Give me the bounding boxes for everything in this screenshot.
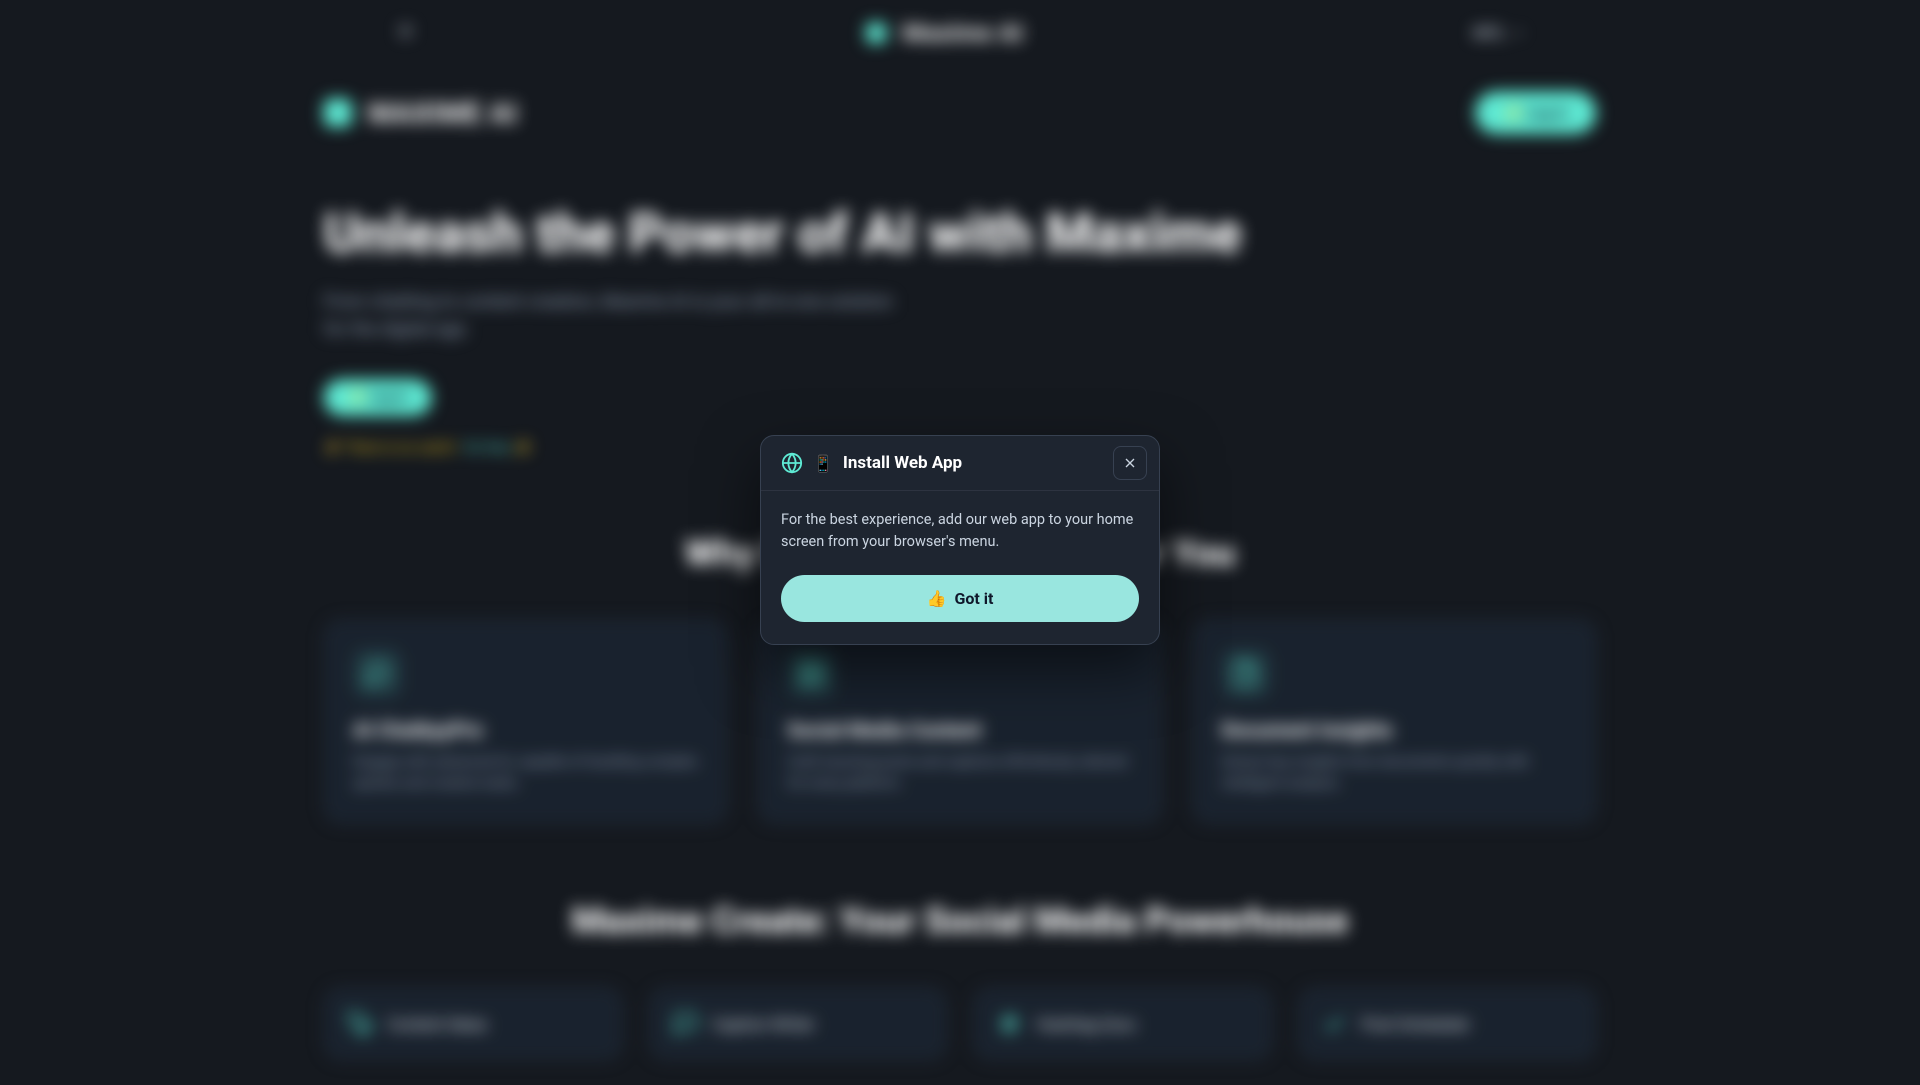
btn-emoji: 👍: [927, 589, 947, 608]
modal-title: Install Web App: [843, 453, 962, 473]
btn-label: Got it: [954, 589, 993, 608]
close-button[interactable]: [1113, 446, 1147, 480]
modal-emoji: 📱: [813, 454, 833, 473]
globe-icon: [781, 452, 803, 474]
modal-body: For the best experience, add our web app…: [761, 491, 1159, 644]
modal-text: For the best experience, add our web app…: [781, 509, 1139, 553]
modal-header: 📱 Install Web App: [761, 436, 1159, 491]
got-it-button[interactable]: 👍 Got it: [781, 575, 1139, 622]
modal-overlay: 📱 Install Web App For the best experienc…: [0, 0, 1920, 1080]
install-modal: 📱 Install Web App For the best experienc…: [760, 435, 1160, 645]
close-icon: [1122, 455, 1138, 471]
